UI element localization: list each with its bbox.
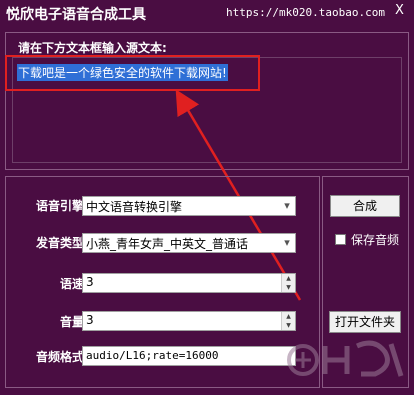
synthesize-button[interactable]: 合成 bbox=[330, 195, 400, 217]
chevron-down-icon[interactable]: ▾ bbox=[279, 234, 295, 252]
voice-select[interactable]: 小燕_青年女声_中英文_普通话 ▾ bbox=[82, 233, 296, 253]
spin-down-icon[interactable]: ▼ bbox=[282, 321, 295, 330]
annotation-highlight-box bbox=[5, 55, 260, 91]
settings-group: 语音引擎 中文语音转换引擎 ▾ 发音类型 小燕_青年女声_中英文_普通话 ▾ 语… bbox=[5, 176, 320, 388]
source-text-label: 请在下方文本框输入源文本: bbox=[18, 41, 167, 55]
volume-value: 3 bbox=[86, 313, 94, 327]
rate-label: 语速 bbox=[59, 277, 84, 291]
volume-stepper[interactable]: 3 ▲ ▼ bbox=[82, 311, 296, 331]
rate-stepper[interactable]: 3 ▲ ▼ bbox=[82, 273, 296, 293]
format-value: audio/L16;rate=16000 bbox=[86, 349, 219, 362]
close-icon[interactable]: X bbox=[395, 3, 404, 18]
voice-value: 小燕_青年女声_中英文_普通话 bbox=[86, 237, 249, 251]
open-folder-button[interactable]: 打开文件夹 bbox=[329, 311, 401, 333]
chevron-down-icon[interactable]: ▾ bbox=[279, 197, 295, 215]
title-bar: 悦欣电子语音合成工具 https://mk020.taobao.com X bbox=[0, 0, 414, 28]
rate-value: 3 bbox=[86, 275, 94, 289]
actions-group: 合成 保存音频 打开文件夹 bbox=[322, 176, 409, 388]
spin-down-icon[interactable]: ▼ bbox=[282, 283, 295, 292]
spin-up-icon[interactable]: ▲ bbox=[282, 312, 295, 321]
app-url[interactable]: https://mk020.taobao.com bbox=[226, 6, 385, 19]
voice-label: 发音类型 bbox=[35, 236, 84, 250]
format-input[interactable]: audio/L16;rate=16000 bbox=[82, 346, 296, 366]
save-audio-checkbox[interactable] bbox=[335, 234, 346, 245]
source-text-group: 请在下方文本框输入源文本: 下载吧是一个绿色安全的软件下载网站! bbox=[5, 32, 409, 170]
volume-label: 音量 bbox=[59, 315, 84, 329]
format-label: 音频格式 bbox=[35, 350, 84, 364]
spin-up-icon[interactable]: ▲ bbox=[282, 274, 295, 283]
save-audio-label: 保存音频 bbox=[351, 233, 400, 247]
engine-select[interactable]: 中文语音转换引擎 ▾ bbox=[82, 196, 296, 216]
engine-value: 中文语音转换引擎 bbox=[86, 200, 183, 214]
app-title: 悦欣电子语音合成工具 bbox=[6, 7, 146, 23]
engine-label: 语音引擎 bbox=[35, 199, 84, 213]
